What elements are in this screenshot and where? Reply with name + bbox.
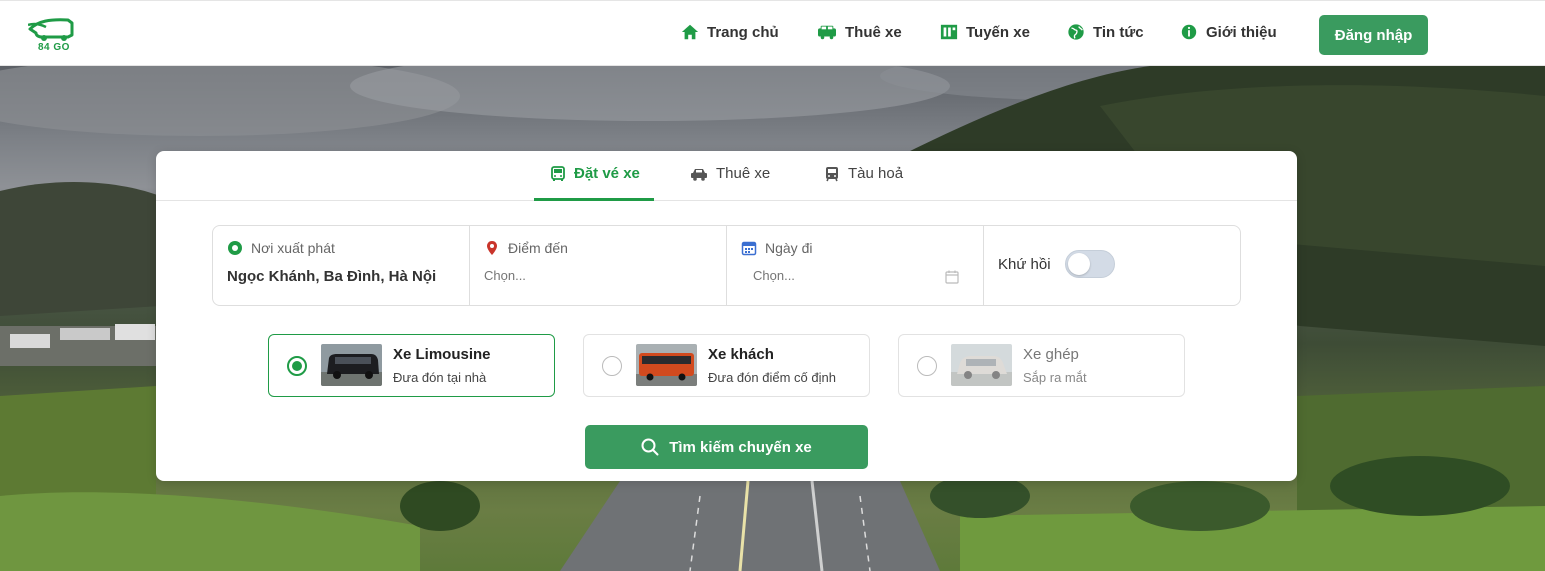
nav-label: Giới thiệu [1206, 23, 1277, 41]
service-tabs: Đặt vé xe Thuê xe Tàu hoả [156, 151, 1297, 201]
map-icon [940, 24, 958, 40]
round-trip-field: Khứ hồi [984, 226, 1240, 305]
login-button[interactable]: Đăng nhập [1319, 15, 1428, 55]
trip-search-card: Đặt vé xe Thuê xe Tàu hoả Nơi xuất phát … [156, 151, 1297, 481]
vehicle-option-shared-ride[interactable]: Xe ghép Sắp ra mắt [898, 334, 1185, 397]
destination-label: Điểm đến [484, 240, 568, 256]
globe-icon [1068, 24, 1084, 40]
brand-logo[interactable]: 84 GO [27, 15, 76, 55]
nav-item-routes[interactable]: Tuyến xe [940, 23, 1030, 41]
location-pin-icon [487, 241, 497, 255]
info-icon [1181, 24, 1197, 40]
nav-item-news[interactable]: Tin tức [1067, 23, 1144, 41]
nav-label: Trang chủ [707, 23, 779, 41]
search-button-label: Tìm kiếm chuyến xe [669, 438, 812, 456]
date-field[interactable]: Ngày đi [727, 226, 984, 305]
car-icon [691, 168, 707, 181]
tab-book-bus-ticket[interactable]: Đặt vé xe [550, 165, 640, 182]
round-trip-toggle[interactable] [1065, 250, 1115, 278]
vehicle-option-coach[interactable]: Xe khách Đưa đón điểm cố định [583, 334, 870, 397]
nav-item-home[interactable]: Trang chủ [681, 23, 779, 41]
nav-label: Thuê xe [845, 23, 902, 41]
toggle-knob [1068, 253, 1090, 275]
vehicle-name: Xe ghép [1023, 346, 1079, 363]
car-icon [818, 25, 836, 40]
tab-train[interactable]: Tàu hoả [824, 165, 903, 182]
nav-item-rent-car[interactable]: Thuê xe [817, 23, 902, 41]
calendar-icon [741, 241, 757, 256]
tab-label: Đặt vé xe [574, 165, 640, 182]
vehicle-name: Xe Limousine [393, 346, 491, 363]
origin-label: Nơi xuất phát [227, 240, 335, 256]
active-tab-indicator [534, 198, 654, 201]
search-fields: Nơi xuất phát Ngọc Khánh, Ba Đình, Hà Nộ… [212, 225, 1241, 306]
nav-label: Tuyến xe [966, 23, 1030, 41]
limousine-van-icon [321, 344, 382, 386]
coach-bus-icon [636, 344, 697, 386]
round-trip-label: Khứ hồi [998, 256, 1051, 273]
vehicle-description: Đưa đón tại nhà [393, 370, 487, 385]
coach-thumbnail [636, 344, 697, 386]
shared-car-icon [951, 344, 1012, 386]
tab-rent-car[interactable]: Thuê xe [690, 165, 770, 182]
vehicle-radio[interactable] [917, 356, 937, 376]
origin-value: Ngọc Khánh, Ba Đình, Hà Nội [227, 268, 437, 285]
nav-label: Tin tức [1093, 23, 1144, 41]
date-input[interactable] [753, 268, 953, 283]
destination-input[interactable] [484, 268, 684, 283]
tab-label: Tàu hoả [848, 165, 904, 182]
search-icon [641, 438, 659, 456]
vehicle-description: Đưa đón điểm cố định [708, 370, 836, 385]
home-icon [681, 24, 699, 40]
tab-label: Thuê xe [716, 165, 771, 182]
vehicle-option-limousine[interactable]: Xe Limousine Đưa đón tại nhà [268, 334, 555, 397]
destination-field[interactable]: Điểm đến [470, 226, 727, 305]
vehicle-description: Sắp ra mắt [1023, 370, 1087, 385]
nav-item-about[interactable]: Giới thiệu [1180, 23, 1277, 41]
calendar-picker-icon[interactable] [945, 270, 959, 284]
origin-field[interactable]: Nơi xuất phát Ngọc Khánh, Ba Đình, Hà Nộ… [213, 226, 470, 305]
bus-icon [551, 165, 565, 181]
shared-ride-thumbnail [951, 344, 1012, 386]
search-trips-button[interactable]: Tìm kiếm chuyến xe [585, 425, 868, 469]
vehicle-name: Xe khách [708, 346, 774, 363]
train-icon [826, 166, 838, 181]
date-label: Ngày đi [741, 240, 812, 256]
vehicle-radio[interactable] [287, 356, 307, 376]
logo-text: 84 GO [38, 42, 70, 53]
limousine-thumbnail [321, 344, 382, 386]
top-header: 84 GO Trang chủ Thuê xe Tuyến xe Tin tức… [0, 0, 1545, 66]
origin-dot-icon [228, 241, 242, 255]
vehicle-radio[interactable] [602, 356, 622, 376]
bus-logo-icon [27, 18, 74, 41]
